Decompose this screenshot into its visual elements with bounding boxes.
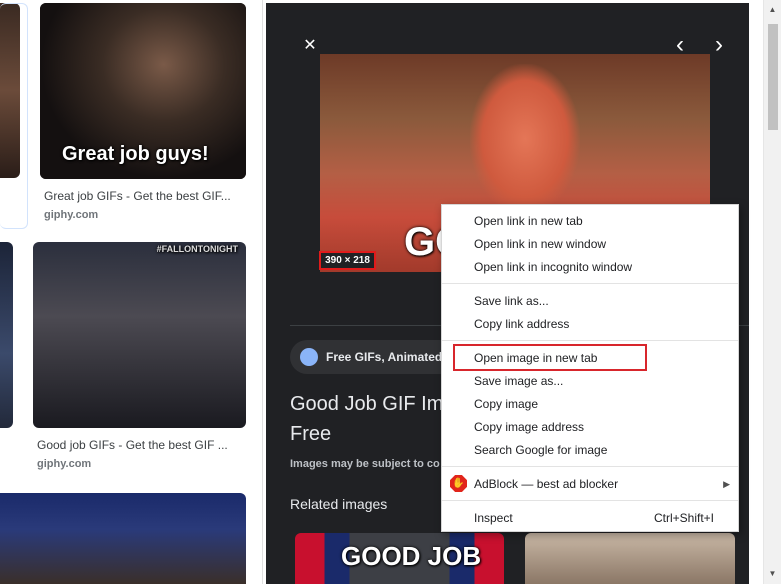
menu-item-adblock[interactable]: AdBlock — best ad blocker — [474, 473, 730, 495]
globe-icon — [300, 348, 318, 366]
menu-item-open-link-new-tab[interactable]: Open link in new tab — [474, 210, 730, 232]
submenu-arrow-icon: ▶ — [723, 479, 730, 489]
menu-item-save-link-as[interactable]: Save link as... — [474, 290, 730, 312]
menu-separator — [442, 500, 738, 501]
preview-title-line2[interactable]: Free — [290, 423, 331, 446]
chevron-right-icon[interactable]: › — [708, 33, 730, 57]
result-source[interactable]: giphy.com — [44, 209, 98, 221]
menu-item-open-link-incognito[interactable]: Open link in incognito window — [474, 256, 730, 278]
menu-item-copy-image[interactable]: Copy image — [474, 393, 730, 415]
menu-separator — [442, 466, 738, 467]
menu-item-copy-image-address[interactable]: Copy image address — [474, 416, 730, 438]
menu-item-open-image-new-tab[interactable]: Open image in new tab — [474, 347, 730, 369]
result-source[interactable]: giphy.com — [37, 458, 91, 470]
menu-item-open-link-new-window[interactable]: Open link in new window — [474, 233, 730, 255]
google-images-results-page: Great job guys! Great job GIFs - Get the… — [0, 0, 781, 584]
source-site-label: Free GIFs, Animated — [326, 350, 443, 364]
related-images-heading: Related images — [290, 496, 388, 512]
scroll-down-arrow-icon[interactable]: ▼ — [764, 566, 781, 582]
related-image-caption: GOOD JOB — [341, 541, 482, 571]
inspect-shortcut: Ctrl+Shift+I — [653, 511, 714, 525]
thumbnail-overlay-hashtag: #FALLONTONIGHT — [156, 244, 238, 254]
thumbnail-overlay-caption: Great job guys! — [62, 143, 209, 165]
scroll-up-arrow-icon[interactable]: ▲ — [764, 2, 781, 18]
related-image-2[interactable] — [525, 533, 735, 584]
panel-divider — [262, 0, 263, 584]
menu-separator — [442, 283, 738, 284]
menu-separator — [442, 340, 738, 341]
menu-item-copy-link-address[interactable]: Copy link address — [474, 313, 730, 335]
image-dimensions-badge: 390 × 218 — [319, 251, 376, 270]
preview-title-line1[interactable]: Good Job GIF Im — [290, 393, 443, 416]
result-thumbnail-partial-bottom[interactable] — [0, 493, 246, 584]
result-card-partial-1-frame — [0, 3, 28, 229]
page-scrollbar[interactable]: ▲ ▼ — [763, 0, 781, 584]
menu-item-save-image-as[interactable]: Save image as... — [474, 370, 730, 392]
result-thumbnail-great-job[interactable]: Great job guys! — [40, 3, 246, 179]
context-menu: Open link in new tab Open link in new wi… — [441, 204, 739, 532]
result-thumbnail-good-job[interactable]: #FALLONTONIGHT — [33, 242, 246, 428]
scrollbar-thumb[interactable] — [768, 24, 778, 130]
copyright-note: Images may be subject to co — [290, 458, 440, 470]
adblock-hand-icon: ✋ — [450, 475, 467, 492]
result-thumbnail-partial-2[interactable] — [0, 242, 13, 428]
result-title[interactable]: Good job GIFs - Get the best GIF ... — [37, 438, 242, 452]
menu-item-search-google-for-image[interactable]: Search Google for image — [474, 439, 730, 461]
result-title[interactable]: Great job GIFs - Get the best GIF... — [44, 189, 244, 203]
close-icon[interactable]: ✕ — [299, 35, 321, 57]
related-image-1[interactable]: GOOD JOB — [295, 533, 504, 584]
preview-image-hand — [470, 64, 580, 214]
